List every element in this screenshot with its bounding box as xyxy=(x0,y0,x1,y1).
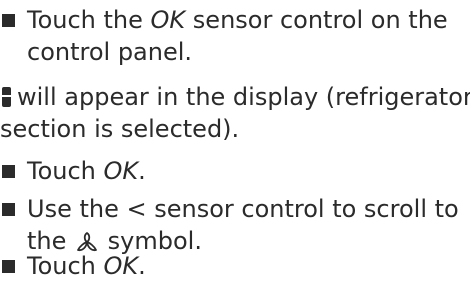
step-scroll-to-fan: Use the < sensor control to scroll to th… xyxy=(0,193,470,257)
step-line: Touch the OK sensor control on the xyxy=(27,6,448,34)
bullet-square-icon xyxy=(2,203,15,216)
bullet-square-icon xyxy=(2,14,15,27)
step-line: control panel. xyxy=(27,38,193,66)
refrigerator-section-icon xyxy=(2,87,11,107)
note-refrigerator-selected: will appear in the display (refrigerator… xyxy=(0,81,470,145)
fan-icon xyxy=(77,232,97,252)
step-line: Touch OK. xyxy=(27,252,146,280)
bullet-square-icon xyxy=(2,260,15,273)
chevron-left-icon: < xyxy=(126,195,147,223)
step-line: Use the < sensor control to scroll to xyxy=(27,195,459,223)
note-line: section is selected). xyxy=(0,115,240,143)
step-touch-ok-control: Touch the OK sensor control on the contr… xyxy=(0,4,470,68)
step-touch-ok: Touch OK. xyxy=(0,155,470,187)
ok-label: OK xyxy=(103,157,139,185)
ok-label: OK xyxy=(150,6,186,34)
step-touch-ok-final: Touch OK. xyxy=(0,250,470,282)
instructions-document: Touch the OK sensor control on the contr… xyxy=(0,0,470,282)
note-line: will appear in the display (refrigerator xyxy=(0,81,470,113)
bullet-square-icon xyxy=(2,165,15,178)
step-line: Touch OK. xyxy=(27,157,146,185)
ok-label: OK xyxy=(103,252,139,280)
